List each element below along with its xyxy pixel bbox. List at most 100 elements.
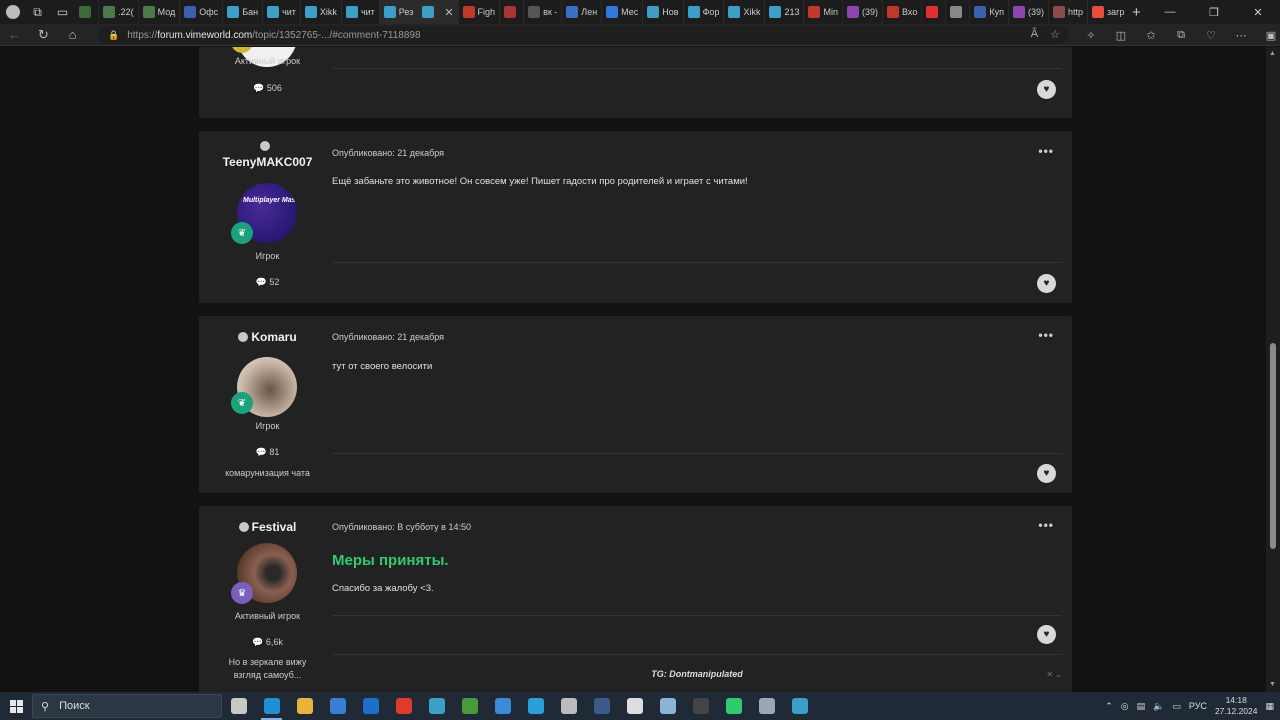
telegram-app-icon[interactable] (519, 692, 552, 720)
app-green-app-icon[interactable] (717, 692, 750, 720)
post-menu-icon[interactable]: ••• (1038, 144, 1054, 158)
split-screen-icon[interactable]: ◫ (1106, 24, 1136, 46)
browser-tab[interactable]: Куп (970, 0, 1009, 24)
browser-tab[interactable]: Бан (223, 0, 264, 24)
vimeworld-2-app-icon[interactable] (783, 692, 816, 720)
browser-tab[interactable]: http (1049, 0, 1088, 24)
post-date[interactable]: Опубликовано: 21 декабря (332, 148, 444, 158)
yandex-app-icon[interactable] (387, 692, 420, 720)
minecraft-app-icon[interactable] (453, 692, 486, 720)
browser-tab[interactable]: ✕ (418, 0, 459, 24)
scroll-up-icon[interactable]: ▲ (1269, 50, 1276, 57)
minimize-icon[interactable]: — (1148, 0, 1192, 24)
post-count[interactable]: 💬 52 (199, 277, 336, 288)
post-date[interactable]: Опубликовано: В субботу в 14:50 (332, 522, 471, 532)
browser-tab[interactable]: Figh (459, 0, 501, 24)
post-menu-icon[interactable]: ••• (1038, 518, 1054, 532)
author-name[interactable]: Festival (252, 520, 297, 534)
vimeworld-app-icon[interactable] (420, 692, 453, 720)
extensions-icon[interactable]: ✧ (1076, 24, 1106, 46)
browser-tab[interactable]: Лен (562, 0, 603, 24)
browser-tab[interactable]: чит (342, 0, 380, 24)
network-icon[interactable]: ▤ (1137, 701, 1146, 712)
browser-tab[interactable]: Min (804, 0, 843, 24)
sidebar-icon[interactable]: ▣ (1256, 24, 1280, 46)
browser-tab[interactable]: .22( (99, 0, 139, 24)
browser-tab[interactable] (922, 0, 947, 24)
like-heart-icon[interactable]: ♥ (1037, 625, 1056, 644)
browser-tab[interactable]: Офс (180, 0, 224, 24)
tab-actions-icon[interactable]: ▭ (50, 0, 75, 24)
browser-tab[interactable]: 213 (765, 0, 805, 24)
clock[interactable]: 14:18 27.12.2024 (1215, 695, 1258, 717)
favorite-star-icon[interactable]: ☆ (1050, 28, 1060, 41)
browser-tab[interactable]: (39) (1009, 0, 1049, 24)
explorer-app-icon[interactable] (288, 692, 321, 720)
notifications-icon[interactable]: ▦ (1265, 701, 1274, 712)
back-icon[interactable]: ← (0, 24, 29, 46)
browser-tab[interactable]: Мес (602, 0, 644, 24)
mouse-app-app-icon[interactable] (618, 692, 651, 720)
browser-tab[interactable]: Нов (643, 0, 684, 24)
author-name[interactable]: Komaru (251, 330, 296, 344)
post-count[interactable]: 💬 506 (199, 83, 336, 94)
close-tab-icon[interactable]: ✕ (444, 6, 453, 19)
tray-overflow-icon[interactable]: ⌃ (1105, 701, 1113, 712)
edge-app-icon[interactable] (255, 692, 288, 720)
browser-tab[interactable]: Фор (684, 0, 725, 24)
browser-tab[interactable]: Мод (139, 0, 181, 24)
address-bar[interactable]: 🔒 https:// forum.vimeworld.com /topic/13… (98, 26, 1068, 44)
post-count[interactable]: 💬 6,6k (199, 637, 336, 648)
start-button[interactable] (0, 692, 32, 720)
refresh-icon[interactable]: ↻ (29, 24, 58, 46)
outlook-app-icon[interactable] (354, 692, 387, 720)
battery-icon[interactable]: ▭ (1172, 701, 1181, 712)
volume-icon[interactable]: 🔈 (1153, 701, 1164, 712)
browser-tab[interactable]: вк - (524, 0, 563, 24)
author-name[interactable]: TeenyMAKC007 (223, 155, 313, 169)
browser-tab[interactable]: (39) (843, 0, 884, 24)
close-window-icon[interactable]: ✕ (1236, 0, 1280, 24)
taskbar-search[interactable]: ⚲ Поиск (32, 694, 222, 718)
store-app-icon[interactable] (321, 692, 354, 720)
settings-app-icon[interactable] (552, 692, 585, 720)
like-heart-icon[interactable]: ♥ (1037, 464, 1056, 483)
new-tab-button[interactable]: + (1125, 0, 1148, 24)
browser-tab[interactable]: чит (263, 0, 301, 24)
browser-tab[interactable]: Xikk (301, 0, 342, 24)
like-heart-icon[interactable]: ♥ (1037, 274, 1056, 293)
app-stripe-app-icon[interactable] (750, 692, 783, 720)
browser-essentials-icon[interactable]: ♡ (1196, 24, 1226, 46)
scroll-thumb[interactable] (1270, 343, 1276, 549)
menu-icon[interactable]: ⋯ (1226, 24, 1256, 46)
steam-app-icon[interactable] (585, 692, 618, 720)
favorites-icon[interactable]: ✩ (1136, 24, 1166, 46)
post-menu-icon[interactable]: ••• (1038, 328, 1054, 342)
browser-tab[interactable] (75, 0, 100, 24)
post-date[interactable]: Опубликовано: 21 декабря (332, 332, 444, 342)
scroll-down-icon[interactable]: ▼ (1269, 681, 1276, 688)
photos-app-icon[interactable] (651, 692, 684, 720)
task-view-app-icon[interactable] (222, 692, 255, 720)
browser-tab[interactable]: Рез (379, 0, 419, 24)
like-heart-icon[interactable]: ♥ (1037, 80, 1056, 99)
workspaces-icon[interactable]: ⧉ (25, 0, 50, 24)
home-icon[interactable]: ⌂ (58, 24, 87, 46)
page-scrollbar[interactable]: ▲ ▼ (1266, 47, 1280, 692)
read-aloud-icon[interactable]: A᷈ (1031, 28, 1038, 41)
tray-app-icon[interactable]: ◎ (1121, 701, 1129, 712)
signature-options-icon[interactable]: ✕ ⌄ (1046, 670, 1062, 679)
profile-icon[interactable] (0, 0, 25, 24)
browser-tab[interactable] (946, 0, 971, 24)
browser-tab[interactable]: загр (1088, 0, 1125, 24)
language-indicator[interactable]: РУС (1189, 701, 1207, 711)
post-count[interactable]: 💬 81 (199, 447, 336, 458)
browser-tab[interactable]: Xikk (724, 0, 766, 24)
maximize-icon[interactable]: ❐ (1192, 0, 1236, 24)
collections-icon[interactable]: ⧉ (1166, 24, 1196, 46)
lock-icon[interactable]: 🔒 (108, 30, 119, 41)
gallery-app-icon[interactable] (486, 692, 519, 720)
epic-app-icon[interactable] (684, 692, 717, 720)
browser-tab[interactable] (500, 0, 525, 24)
browser-tab[interactable]: Вхо (883, 0, 923, 24)
